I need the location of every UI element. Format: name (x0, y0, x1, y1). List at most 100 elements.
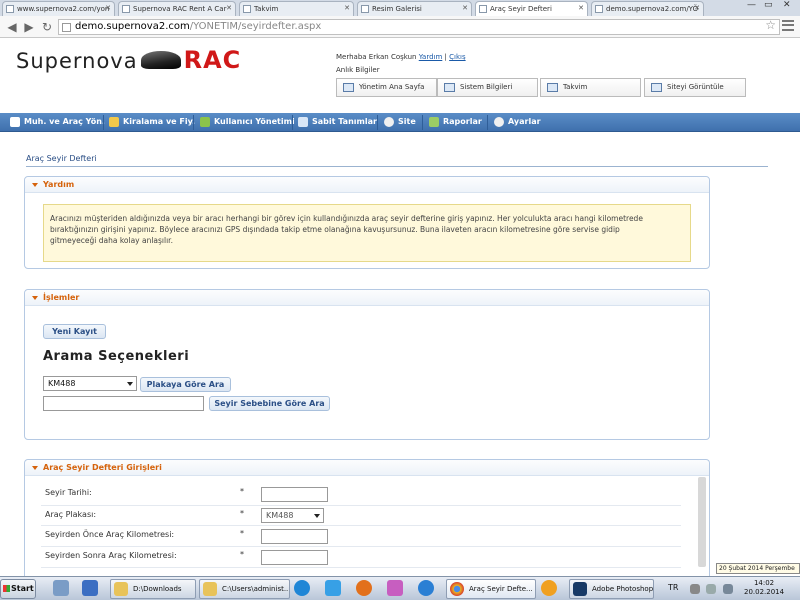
selected-value: KM488 (266, 511, 294, 520)
menu-item-users[interactable]: Kullanıcı Yönetimi (198, 113, 295, 132)
app-icon[interactable] (387, 580, 403, 596)
menu-label: Ayarlar (508, 117, 541, 126)
operations-panel-header[interactable]: İşlemler (25, 290, 709, 306)
logout-link[interactable]: Çıkış (449, 53, 465, 61)
menu-item-settings[interactable]: Ayarlar (492, 113, 541, 132)
clock-time: 14:02 (753, 579, 775, 587)
firefox-icon[interactable] (356, 580, 372, 596)
required-mark: * (240, 529, 244, 538)
search-by-plate-button[interactable]: Plakaya Göre Ara (140, 377, 231, 392)
km-after-input[interactable] (261, 550, 328, 565)
network-icon[interactable] (706, 584, 716, 594)
help-panel-header[interactable]: Yardım (25, 177, 709, 193)
panel-scrollbar[interactable] (698, 477, 706, 567)
gear-icon (384, 117, 394, 127)
close-icon[interactable]: ✕ (226, 4, 232, 12)
menu-item-site[interactable]: Site (382, 113, 416, 132)
tray-icon[interactable] (690, 584, 700, 594)
main-menu: Muh. ve Araç Yön. Kiralama ve Fiy. Kulla… (0, 113, 800, 132)
monitor-icon (651, 83, 662, 92)
browser-tab-active[interactable]: Araç Seyir Defteri ✕ (475, 1, 588, 16)
entries-panel-header[interactable]: Araç Seyir Defteri Girişleri (25, 460, 709, 476)
km-before-input[interactable] (261, 529, 328, 544)
app-icon[interactable] (325, 580, 341, 596)
chevron-down-icon (127, 382, 133, 386)
start-button[interactable]: Start (0, 579, 36, 599)
taskbar-users-folder[interactable]: C:\Users\administ... (199, 579, 290, 599)
menu-item-rental[interactable]: Kiralama ve Fiy. (107, 113, 195, 132)
app-icon[interactable] (541, 580, 557, 596)
browser-tab[interactable]: www.supernova2.com/yon ✕ (2, 1, 115, 16)
clock[interactable]: 14:02 20.02.2014 (744, 579, 784, 597)
internet-explorer-icon[interactable] (418, 580, 434, 596)
system-info-button[interactable]: Sistem Bilgileri (437, 78, 538, 97)
close-icon[interactable]: ✕ (105, 4, 111, 12)
browser-tab-bar: www.supernova2.com/yon ✕ Supernova RAC Re… (0, 0, 800, 16)
tab-label: Resim Galerisi (372, 5, 422, 13)
menu-item-accounting[interactable]: Muh. ve Araç Yön. (8, 113, 105, 132)
minimize-icon[interactable]: — (747, 0, 756, 10)
close-icon[interactable]: ✕ (344, 4, 350, 12)
powershell-icon[interactable] (82, 580, 98, 596)
row-divider (41, 505, 681, 506)
address-bar[interactable]: demo.supernova2.com/YONETIM/seyirdefter.… (58, 19, 780, 35)
menu-item-reports[interactable]: Raporlar (427, 113, 482, 132)
browser-tab[interactable]: Resim Galerisi ✕ (357, 1, 472, 16)
page-icon (122, 5, 130, 13)
title-divider (26, 166, 768, 167)
tab-label: Supernova RAC Rent A Car (133, 5, 227, 13)
button-label: Yönetim Ana Sayfa (359, 83, 425, 91)
browser-tab[interactable]: demo.supernova2.com/YÖ ✕ (591, 1, 704, 16)
new-record-button[interactable]: Yeni Kayıt (43, 324, 106, 339)
maximize-icon[interactable]: ▭ (764, 0, 773, 10)
plate-select[interactable]: KM488 (43, 376, 137, 391)
selected-value: KM488 (48, 379, 76, 388)
media-player-icon[interactable] (294, 580, 310, 596)
menu-label: Raporlar (443, 117, 482, 126)
task-label: Araç Seyir Defte... (469, 585, 533, 593)
view-site-button[interactable]: Siteyi Görüntüle (644, 78, 746, 97)
search-by-reason-button[interactable]: Seyir Sebebine Göre Ara (209, 396, 330, 411)
browser-tab[interactable]: Takvim ✕ (239, 1, 354, 16)
volume-icon[interactable] (723, 584, 733, 594)
link-separator: | (444, 53, 447, 61)
instant-info-label: Anlık Bilgiler (336, 66, 380, 74)
back-icon[interactable]: ◀ (4, 19, 20, 35)
close-icon[interactable]: ✕ (578, 4, 584, 12)
language-indicator[interactable]: TR (668, 583, 678, 592)
menu-label: Sabit Tanımlar (312, 117, 377, 126)
help-link[interactable]: Yardım (419, 53, 443, 61)
travel-date-input[interactable] (261, 487, 328, 502)
ledger-icon (10, 117, 20, 127)
menu-label: Kullanıcı Yönetimi (214, 117, 295, 126)
admin-home-button[interactable]: Yönetim Ana Sayfa (336, 78, 437, 97)
vehicle-plate-select[interactable]: KM488 (261, 508, 324, 523)
menu-divider (292, 115, 293, 130)
computer-icon[interactable] (53, 580, 69, 596)
browser-tab[interactable]: Supernova RAC Rent A Car ✕ (118, 1, 236, 16)
close-window-icon[interactable]: ✕ (783, 0, 791, 10)
photoshop-icon (573, 582, 587, 596)
clock-date: 20.02.2014 (744, 588, 785, 596)
menu-divider (377, 115, 378, 130)
close-icon[interactable]: ✕ (462, 4, 468, 12)
menu-icon[interactable] (782, 20, 794, 31)
taskbar-chrome[interactable]: Araç Seyir Defte... (446, 579, 536, 599)
report-icon (429, 117, 439, 127)
close-icon[interactable]: ✕ (694, 4, 700, 12)
bookmark-star-icon[interactable]: ☆ (765, 18, 776, 32)
page-icon (361, 5, 369, 13)
taskbar-photoshop[interactable]: Adobe Photoshop... (569, 579, 654, 599)
task-label: C:\Users\administ... (222, 585, 290, 593)
button-label: Takvim (563, 83, 588, 91)
reload-icon[interactable]: ↻ (39, 19, 55, 35)
folder-icon (203, 582, 217, 596)
user-greeting: Merhaba Erkan Coşkun (336, 53, 417, 61)
menu-item-definitions[interactable]: Sabit Tanımlar (296, 113, 377, 132)
site-logo[interactable]: Supernova RAC (16, 46, 241, 74)
calendar-button[interactable]: Takvim (540, 78, 641, 97)
reason-input[interactable] (43, 396, 204, 411)
km-before-label: Seyirden Önce Araç Kilometresi: (45, 530, 175, 539)
taskbar-downloads[interactable]: D:\Downloads (110, 579, 196, 599)
forward-icon[interactable]: ▶ (21, 19, 37, 35)
